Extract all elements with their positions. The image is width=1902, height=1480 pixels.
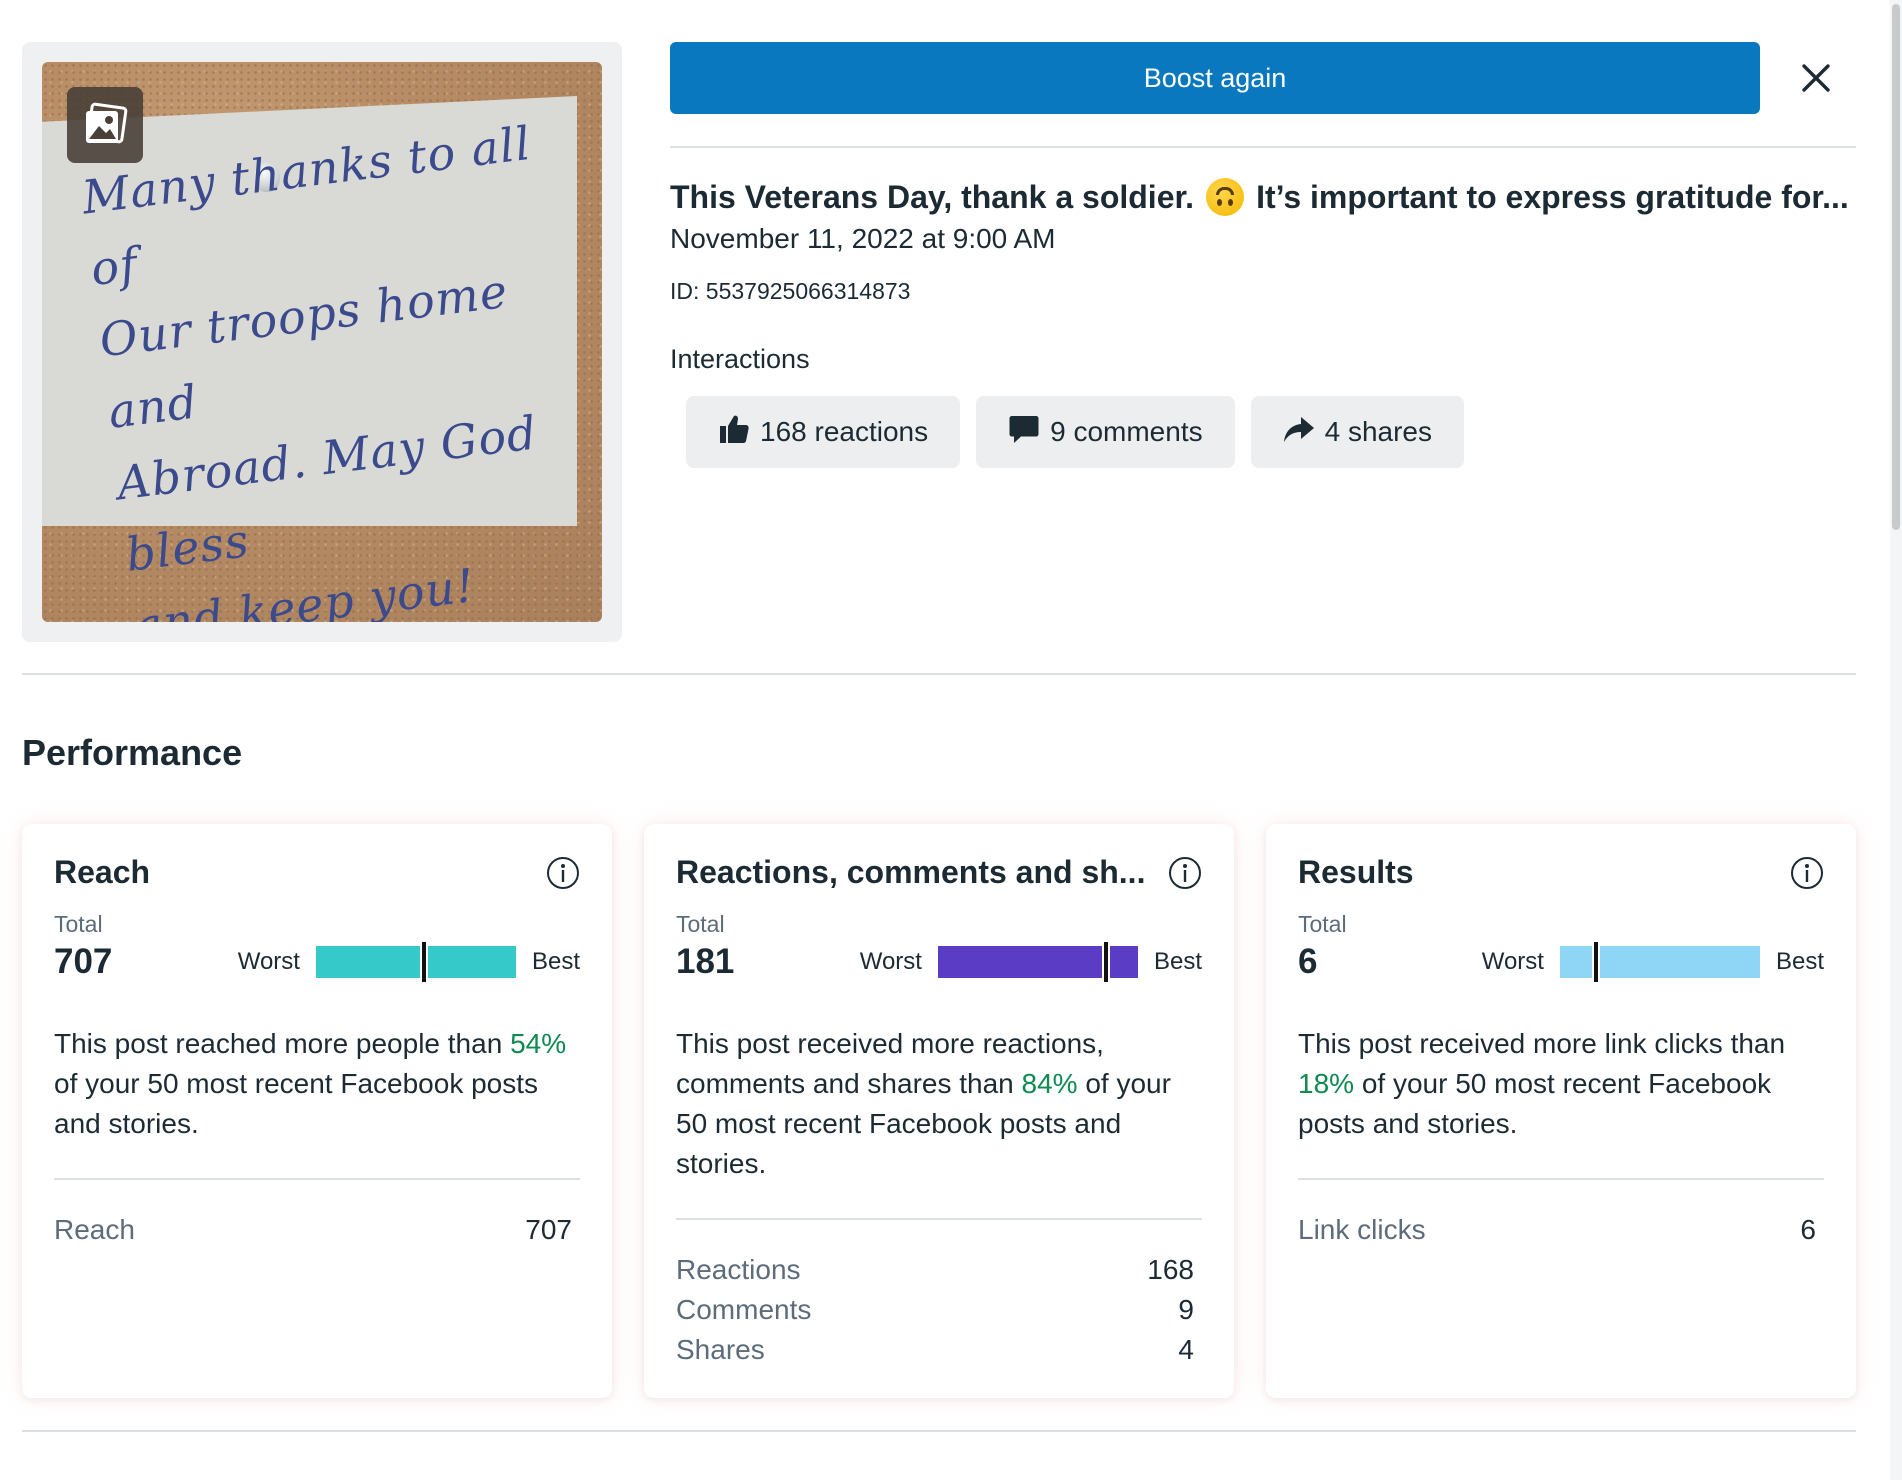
metric-row: Comments 9 xyxy=(676,1290,1202,1330)
description-text: of your 50 most recent Facebook posts an… xyxy=(1298,1068,1772,1139)
shares-chip-label: 4 shares xyxy=(1324,416,1433,447)
rank-bar xyxy=(1559,942,1760,982)
metric-label: Shares xyxy=(676,1334,765,1365)
rank-scale: Worst Best xyxy=(1481,942,1824,982)
rank-marker xyxy=(421,942,426,982)
metric-row: Reactions 168 xyxy=(676,1250,1202,1290)
total-label: Total xyxy=(676,911,725,937)
metric-label: Reactions xyxy=(676,1254,801,1285)
share-arrow-icon xyxy=(1283,413,1315,452)
card-description: This post received more reactions, comme… xyxy=(676,1024,1202,1184)
rank-bar-above xyxy=(1109,946,1138,978)
metric-value: 6 xyxy=(1800,1214,1816,1245)
rank-marker xyxy=(1593,942,1598,982)
rank-bar-below xyxy=(315,946,420,978)
card-divider xyxy=(676,1218,1202,1220)
metric-rows: Reach 707 xyxy=(54,1210,580,1250)
close-icon[interactable] xyxy=(1796,58,1836,98)
post-title-part1: This Veterans Day, thank a soldier. xyxy=(670,178,1195,215)
post-date: November 11, 2022 at 9:00 AM xyxy=(670,223,1056,254)
card-divider xyxy=(1298,1178,1824,1180)
card-title: Reactions, comments and sh... xyxy=(676,854,1146,890)
rank-marker xyxy=(1103,942,1108,982)
metric-rows: Link clicks 6 xyxy=(1298,1210,1824,1250)
interactions-label: Interactions xyxy=(670,344,810,374)
photo-icon xyxy=(67,87,143,163)
post-title-part2: It’s important to express gratitude for.… xyxy=(1256,178,1849,215)
metric-value: 168 xyxy=(1147,1254,1194,1285)
metric-label: Comments xyxy=(676,1294,812,1325)
reactions-chip-label: 168 reactions xyxy=(760,416,929,447)
scrollbar-thumb[interactable] xyxy=(1892,4,1900,530)
metric-value: 707 xyxy=(525,1214,572,1245)
reactions-chip[interactable]: 168 reactions xyxy=(686,396,961,468)
description-text: of your 50 most recent Facebook posts an… xyxy=(54,1068,539,1139)
metric-row: Shares 4 xyxy=(676,1330,1202,1370)
interaction-chips: 168 reactions 9 comments 4 shares xyxy=(686,396,1465,468)
total-label: Total xyxy=(1298,911,1347,937)
performance-heading: Performance xyxy=(22,732,243,773)
total-value: 707 xyxy=(54,942,113,981)
results-card: Results Total 6 Worst Best This post rec… xyxy=(1266,824,1856,1398)
rank-bar-below xyxy=(1559,946,1592,978)
worst-label: Worst xyxy=(237,948,300,975)
rank-bar-above xyxy=(1599,946,1760,978)
best-label: Best xyxy=(1153,948,1202,975)
card-title: Reach xyxy=(54,854,151,890)
metric-label: Link clicks xyxy=(1298,1214,1426,1245)
comments-chip[interactable]: 9 comments xyxy=(976,396,1235,468)
rank-bar xyxy=(937,942,1138,982)
metric-value: 9 xyxy=(1178,1294,1194,1325)
note-handwriting: Many thanks to all of Our troops home an… xyxy=(79,115,541,622)
best-label: Best xyxy=(1775,948,1824,975)
worst-label: Worst xyxy=(859,948,922,975)
metric-row: Link clicks 6 xyxy=(1298,1210,1824,1250)
rank-bar xyxy=(315,942,516,982)
metric-rows: Reactions 168 Comments 9 Shares 4 xyxy=(676,1250,1202,1370)
rank-bar-below xyxy=(937,946,1102,978)
percentile-value: 54% xyxy=(510,1028,567,1059)
description-text: This post received more link clicks than xyxy=(1298,1028,1786,1059)
post-thumbnail-frame: Many thanks to all of Our troops home an… xyxy=(22,42,622,642)
upside-down-face-emoji-icon xyxy=(1206,178,1245,216)
total-value: 181 xyxy=(676,942,735,981)
worst-label: Worst xyxy=(1481,948,1544,975)
info-icon[interactable] xyxy=(1168,856,1202,890)
boost-again-button[interactable]: Boost again xyxy=(670,42,1760,114)
post-id: ID: 5537925066314873 xyxy=(670,278,911,304)
engagement-card: Reactions, comments and sh... Total 181 … xyxy=(644,824,1234,1398)
total-label: Total xyxy=(54,911,103,937)
rank-scale: Worst Best xyxy=(237,942,580,982)
description-text: This post reached more people than xyxy=(54,1028,511,1059)
reach-card: Reach Total 707 Worst Best This post rea… xyxy=(22,824,612,1398)
card-title: Results xyxy=(1298,854,1414,890)
best-label: Best xyxy=(531,948,580,975)
total-value: 6 xyxy=(1298,942,1318,981)
percentile-value: 18% xyxy=(1298,1068,1355,1099)
scrollbar[interactable] xyxy=(1890,0,1902,1480)
percentile-value: 84% xyxy=(1021,1068,1078,1099)
info-icon[interactable] xyxy=(1790,856,1824,890)
footer-divider xyxy=(22,1430,1856,1432)
shares-chip[interactable]: 4 shares xyxy=(1250,396,1465,468)
metric-row: Reach 707 xyxy=(54,1210,580,1250)
section-divider xyxy=(22,673,1856,675)
card-description: This post reached more people than 54% o… xyxy=(54,1024,580,1144)
header-divider xyxy=(670,146,1856,148)
metric-label: Reach xyxy=(54,1214,135,1245)
post-image[interactable]: Many thanks to all of Our troops home an… xyxy=(42,62,602,622)
rank-scale: Worst Best xyxy=(859,942,1202,982)
comments-chip-label: 9 comments xyxy=(1050,416,1203,447)
thumbs-up-icon xyxy=(718,413,750,452)
comment-bubble-icon xyxy=(1008,413,1040,452)
post-title: This Veterans Day, thank a soldier. It’s… xyxy=(670,178,1860,216)
metric-value: 4 xyxy=(1178,1334,1194,1365)
info-icon[interactable] xyxy=(546,856,580,890)
card-divider xyxy=(54,1178,580,1180)
rank-bar-above xyxy=(427,946,516,978)
card-description: This post received more link clicks than… xyxy=(1298,1024,1824,1144)
